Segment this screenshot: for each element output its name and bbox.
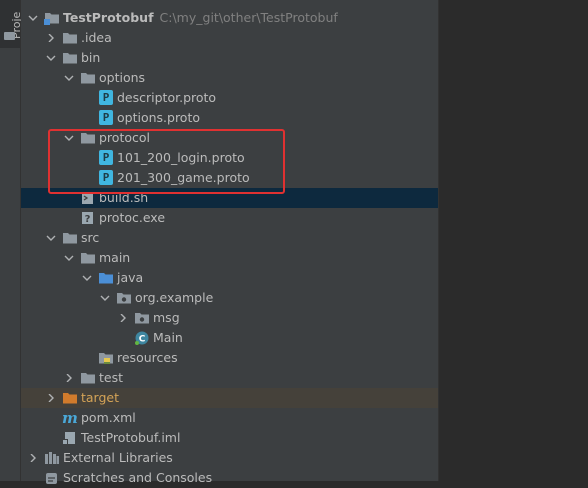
svg-text:?: ? [85, 214, 91, 225]
tree-item-label: Main [153, 330, 183, 345]
highlight-annotation-box [48, 129, 285, 194]
chevron-down-icon[interactable] [99, 288, 111, 308]
tree-item-label: Scratches and Consoles [63, 470, 213, 485]
chevron-down-icon[interactable] [45, 48, 57, 68]
java-class-icon: C [134, 331, 150, 345]
module-folder-icon [44, 11, 60, 25]
tree-row-target[interactable]: target [21, 388, 438, 408]
tree-item-label: java [117, 270, 144, 285]
tree-item-label: org.example [135, 290, 214, 305]
maven-icon: m [62, 409, 78, 427]
tree-row-msg[interactable]: msg [21, 308, 438, 328]
unknown-file-icon: ? [80, 211, 96, 225]
package-icon [134, 311, 150, 325]
scratches-icon [44, 471, 60, 485]
chevron-down-icon[interactable] [63, 68, 75, 88]
libraries-icon [44, 451, 60, 465]
tree-row-idea[interactable]: .idea [21, 28, 438, 48]
package-icon [116, 291, 132, 305]
tree-row-testprotobuf[interactable]: TestProtobuf C:\my_git\other\TestProtobuf [21, 8, 438, 28]
tree-item-label: target [81, 390, 120, 405]
tree-row-java[interactable]: java [21, 268, 438, 288]
tree-item-label: test [99, 370, 124, 385]
project-tree[interactable]: TestProtobuf C:\my_git\other\TestProtobuf… [21, 0, 439, 485]
tree-item-label: .idea [81, 30, 112, 45]
folder-icon [80, 71, 96, 85]
chevron-right-icon[interactable] [63, 368, 75, 388]
tree-row-testprotobuf-iml[interactable]: TestProtobuf.iml [21, 428, 438, 448]
project-tool-tab[interactable]: Proje [0, 0, 23, 48]
tree-item-label: msg [153, 310, 180, 325]
tree-row-descriptor-proto[interactable]: Pdescriptor.proto [21, 88, 438, 108]
chevron-down-icon[interactable] [81, 268, 93, 288]
editor-area [439, 0, 588, 481]
tree-row-test[interactable]: test [21, 368, 438, 388]
tree-item-label: pom.xml [81, 410, 136, 425]
tree-row-main[interactable]: C Main [21, 328, 438, 348]
iml-file-icon [62, 431, 78, 445]
folder-icon [80, 371, 96, 385]
tree-row-external-libraries[interactable]: External Libraries [21, 448, 438, 468]
chevron-right-icon[interactable] [45, 388, 57, 408]
tree-item-label: External Libraries [63, 450, 173, 465]
tree-item-label: options.proto [117, 110, 201, 125]
chevron-down-icon[interactable] [63, 248, 75, 268]
tree-item-label: bin [81, 50, 101, 65]
tree-item-path: C:\my_git\other\TestProtobuf [159, 10, 338, 25]
chevron-right-icon[interactable] [45, 28, 57, 48]
tree-item-label: TestProtobuf C:\my_git\other\TestProtobuf [63, 10, 338, 25]
folder-icon [62, 51, 78, 65]
project-folder-icon [4, 32, 15, 40]
chevron-down-icon[interactable] [45, 228, 57, 248]
source-folder-icon [98, 271, 114, 285]
resources-folder-icon [98, 351, 114, 365]
tree-item-label: main [99, 250, 131, 265]
tree-item-label: descriptor.proto [117, 90, 217, 105]
folder-icon [80, 251, 96, 265]
tree-row-src[interactable]: src [21, 228, 438, 248]
tree-row-org-example[interactable]: org.example [21, 288, 438, 308]
excluded-folder-icon [62, 391, 78, 405]
folder-icon [62, 31, 78, 45]
tool-window-strip: Proje [0, 0, 23, 481]
tree-row-pom-xml[interactable]: m pom.xml [21, 408, 438, 428]
chevron-right-icon[interactable] [27, 448, 39, 468]
chevron-right-icon[interactable] [117, 308, 129, 328]
tree-item-label: protoc.exe [99, 210, 166, 225]
maven-icon-letter: m [62, 409, 78, 427]
tree-row-options-proto[interactable]: Poptions.proto [21, 108, 438, 128]
tree-item-label: TestProtobuf.iml [81, 430, 181, 445]
tree-item-label: resources [117, 350, 178, 365]
proto-file-icon: P [99, 110, 113, 125]
proto-file-icon: P [99, 90, 113, 105]
tree-row-protoc-exe[interactable]: ? protoc.exe [21, 208, 438, 228]
tree-item-label: src [81, 230, 100, 245]
tree-row-options[interactable]: options [21, 68, 438, 88]
folder-icon [62, 231, 78, 245]
tree-item-label: options [99, 70, 146, 85]
tree-row-resources[interactable]: resources [21, 348, 438, 368]
tree-row-main[interactable]: main [21, 248, 438, 268]
tree-row-bin[interactable]: bin [21, 48, 438, 68]
chevron-down-icon[interactable] [27, 8, 39, 28]
tree-row-scratches-and-consoles[interactable]: Scratches and Consoles [21, 468, 438, 488]
java-class-icon-letter: C [139, 335, 146, 345]
